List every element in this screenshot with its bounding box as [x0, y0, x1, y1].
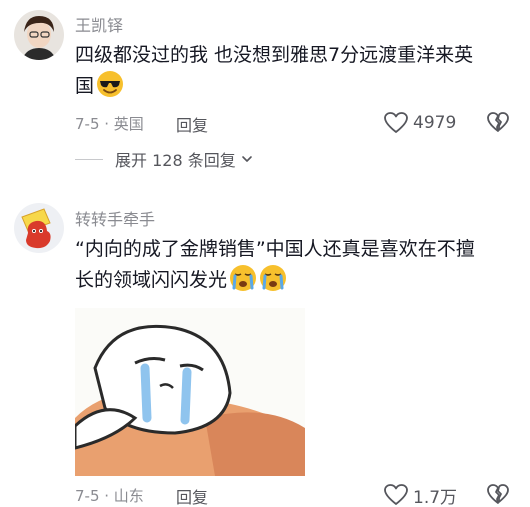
crying-emoji-icon	[260, 265, 287, 291]
heart-icon	[384, 484, 408, 505]
crying-bear-sticker	[75, 308, 305, 476]
crying-emoji-icon	[230, 265, 257, 291]
comment-text-line-2: 长的领域闪闪发光	[75, 269, 228, 291]
user-avatar-cartoon	[14, 203, 64, 253]
broken-heart-icon[interactable]	[486, 483, 510, 507]
date-location: 7-5 · 山东	[75, 487, 144, 505]
comment-2: 转转手牵手 “内向的成了金牌销售”中国人还真是喜欢在不擅 长的领域闪闪发光 7-…	[0, 0, 530, 507]
comment-text-line-1: “内向的成了金牌销售”中国人还真是喜欢在不擅	[75, 238, 475, 260]
reply-button[interactable]: 回复	[176, 484, 208, 507]
avatar[interactable]	[14, 203, 64, 253]
comment-text: “内向的成了金牌销售”中国人还真是喜欢在不擅 长的领域闪闪发光	[75, 234, 505, 295]
like-count: 1.7万	[413, 487, 458, 507]
sticker-image[interactable]	[75, 308, 305, 476]
username[interactable]: 转转手牵手	[75, 206, 155, 230]
like-button[interactable]: 1.7万	[383, 483, 457, 507]
